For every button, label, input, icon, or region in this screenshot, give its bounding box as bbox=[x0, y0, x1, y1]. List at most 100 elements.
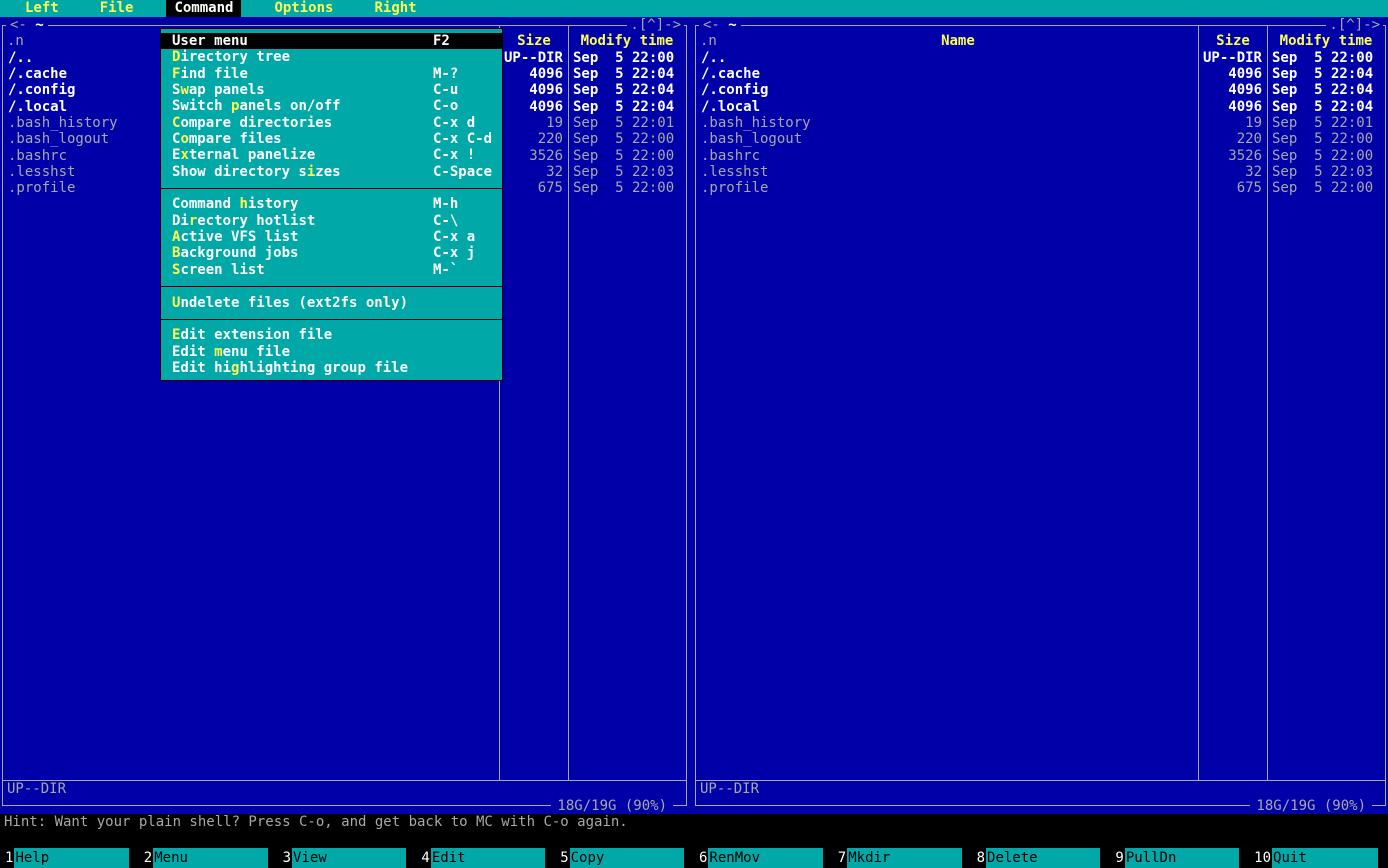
file-row[interactable]: /.config4096Sep 5 22:04 bbox=[696, 82, 1385, 98]
menu-item-hotkey-letter: i bbox=[307, 164, 315, 180]
menu-item-edit-menu-file[interactable]: Edit menu file bbox=[161, 344, 502, 360]
menu-item-directory-tree[interactable]: Directory tree bbox=[161, 49, 502, 65]
fkey-label: Help bbox=[14, 848, 128, 868]
column-header-name[interactable]: Name bbox=[717, 33, 1199, 49]
fkey-number: 8 bbox=[972, 848, 986, 868]
menu-item-background-jobs[interactable]: Background jobsC-x j bbox=[161, 245, 502, 261]
history-back-icon[interactable]: <- bbox=[703, 17, 720, 33]
panel-updir-icon[interactable]: .[^]-> bbox=[1326, 17, 1383, 33]
menu-item-switch-panels-on-off[interactable]: Switch panels on/offC-o bbox=[161, 98, 502, 114]
menu-item-label: External panelize bbox=[172, 147, 315, 163]
menu-item-label: Compare files bbox=[172, 131, 282, 147]
menubar: Left File Command Options Right bbox=[0, 0, 1388, 17]
column-header-mtime[interactable]: Modify time bbox=[1267, 33, 1385, 49]
menu-item-command-history[interactable]: Command historyM-h bbox=[161, 196, 502, 212]
menu-item-shortcut: C-\ bbox=[433, 213, 458, 229]
history-back-icon[interactable]: <- bbox=[10, 17, 27, 33]
fkey-menu[interactable]: 2Menu bbox=[139, 848, 278, 868]
file-row[interactable]: .profile675Sep 5 22:00 bbox=[696, 180, 1385, 196]
fkey-delete[interactable]: 8Delete bbox=[972, 848, 1111, 868]
panel-path-label[interactable]: <- ~ bbox=[6, 17, 48, 33]
file-row[interactable]: .lesshst32Sep 5 22:03 bbox=[696, 164, 1385, 180]
file-row[interactable]: .bash_logout220Sep 5 22:00 bbox=[696, 131, 1385, 147]
menu-item-compare-files[interactable]: Compare filesC-x C-d bbox=[161, 131, 502, 147]
panel-border-top bbox=[2, 25, 687, 26]
menu-item-label: Swap panels bbox=[172, 82, 265, 98]
menu-item-active-vfs-list[interactable]: Active VFS listC-x a bbox=[161, 229, 502, 245]
command-line[interactable]: midnight@commander:~$ bbox=[0, 831, 1388, 848]
menubar-item-file[interactable]: File bbox=[92, 0, 142, 17]
file-name: .bash_logout bbox=[696, 131, 1199, 147]
fkey-label: PullDn bbox=[1125, 848, 1239, 868]
menubar-item-left[interactable]: Left bbox=[17, 0, 67, 17]
menu-item-screen-list[interactable]: Screen listM-` bbox=[161, 262, 502, 278]
file-size: 3526 bbox=[1199, 148, 1267, 164]
file-name: .bash_history bbox=[696, 115, 1199, 131]
file-name: /.. bbox=[696, 50, 1199, 66]
menu-item-external-panelize[interactable]: External panelizeC-x ! bbox=[161, 147, 502, 163]
menu-item-swap-panels[interactable]: Swap panelsC-u bbox=[161, 82, 502, 98]
file-size: 220 bbox=[1199, 131, 1267, 147]
menu-item-edit-extension-file[interactable]: Edit extension file bbox=[161, 327, 502, 343]
file-size: 19 bbox=[1199, 115, 1267, 131]
file-size: 220 bbox=[500, 131, 568, 147]
menu-item-hotkey-letter: x bbox=[180, 147, 188, 163]
fkey-quit[interactable]: 10Quit bbox=[1249, 848, 1388, 868]
file-name: .bashrc bbox=[696, 148, 1199, 164]
fkey-pulldn[interactable]: 9PullDn bbox=[1110, 848, 1249, 868]
menu-item-hotkey-letter: o bbox=[180, 131, 188, 147]
panel-border-right bbox=[686, 25, 687, 806]
column-header-mtime[interactable]: Modify time bbox=[568, 33, 686, 49]
menubar-item-right[interactable]: Right bbox=[366, 0, 424, 17]
menu-item-label: User menu bbox=[172, 33, 248, 49]
menu-separator bbox=[161, 311, 502, 327]
menu-item-find-file[interactable]: Find fileM-? bbox=[161, 66, 502, 82]
menu-item-hotkey-letter: g bbox=[231, 360, 239, 376]
menu-item-edit-highlighting-group-file[interactable]: Edit highlighting group file bbox=[161, 360, 502, 376]
file-mtime: Sep 5 22:00 bbox=[1267, 180, 1385, 196]
fkey-number: 2 bbox=[139, 848, 153, 868]
menubar-item-options[interactable]: Options bbox=[266, 0, 341, 17]
file-row[interactable]: /..UP--DIRSep 5 22:00 bbox=[696, 50, 1385, 66]
file-row[interactable]: .bash_history19Sep 5 22:01 bbox=[696, 115, 1385, 131]
menu-item-undelete-files-ext2fs-only[interactable]: Undelete files (ext2fs only) bbox=[161, 295, 502, 311]
fkey-number: 6 bbox=[694, 848, 708, 868]
fkey-help[interactable]: 1Help bbox=[0, 848, 139, 868]
menubar-item-command[interactable]: Command bbox=[166, 0, 241, 17]
file-row[interactable]: /.local4096Sep 5 22:04 bbox=[696, 99, 1385, 115]
menu-item-hotkey-letter: r bbox=[189, 213, 197, 229]
column-header-size[interactable]: Size bbox=[500, 33, 568, 49]
menu-item-label: Edit menu file bbox=[172, 344, 290, 360]
column-headers: .n Name Size Modify time bbox=[696, 33, 1385, 49]
file-mtime: Sep 5 22:03 bbox=[568, 164, 686, 180]
file-row[interactable]: /.cache4096Sep 5 22:04 bbox=[696, 66, 1385, 82]
function-key-bar: 1Help2Menu3View4Edit5Copy6RenMov7Mkdir8D… bbox=[0, 848, 1388, 868]
file-row[interactable]: .bashrc3526Sep 5 22:00 bbox=[696, 148, 1385, 164]
menu-item-compare-directories[interactable]: Compare directoriesC-x d bbox=[161, 115, 502, 131]
column-header-size[interactable]: Size bbox=[1199, 33, 1267, 49]
file-mtime: Sep 5 22:04 bbox=[568, 99, 686, 115]
fkey-label: RenMov bbox=[708, 848, 822, 868]
fkey-copy[interactable]: 5Copy bbox=[555, 848, 694, 868]
hint-line: Hint: Want your plain shell? Press C-o, … bbox=[0, 814, 1388, 831]
fkey-view[interactable]: 3View bbox=[278, 848, 417, 868]
menu-item-hotkey-letter: E bbox=[172, 327, 180, 343]
menu-item-user-menu[interactable]: User menuF2 bbox=[161, 33, 502, 49]
panel-updir-icon[interactable]: .[^]-> bbox=[627, 17, 684, 33]
file-list: /..UP--DIRSep 5 22:00/.cache4096Sep 5 22… bbox=[696, 50, 1385, 197]
fkey-renmov[interactable]: 6RenMov bbox=[694, 848, 833, 868]
fkey-mkdir[interactable]: 7Mkdir bbox=[833, 848, 972, 868]
menu-item-show-directory-sizes[interactable]: Show directory sizesC-Space bbox=[161, 164, 502, 180]
menu-item-directory-hotlist[interactable]: Directory hotlist C-\ bbox=[161, 213, 502, 229]
panel-path-label[interactable]: <- ~ bbox=[699, 17, 741, 33]
file-mtime: Sep 5 22:04 bbox=[568, 82, 686, 98]
file-size: UP--DIR bbox=[1199, 50, 1267, 66]
fkey-edit[interactable]: 4Edit bbox=[416, 848, 555, 868]
menu-item-label: Show directory sizes bbox=[172, 164, 341, 180]
file-size: 4096 bbox=[1199, 82, 1267, 98]
menu-item-label: Directory hotlist bbox=[172, 213, 315, 229]
menu-item-hotkey-letter: F bbox=[172, 66, 180, 82]
fkey-label: View bbox=[292, 848, 406, 868]
menu-item-label: Background jobs bbox=[172, 245, 298, 261]
file-mtime: Sep 5 22:03 bbox=[1267, 164, 1385, 180]
